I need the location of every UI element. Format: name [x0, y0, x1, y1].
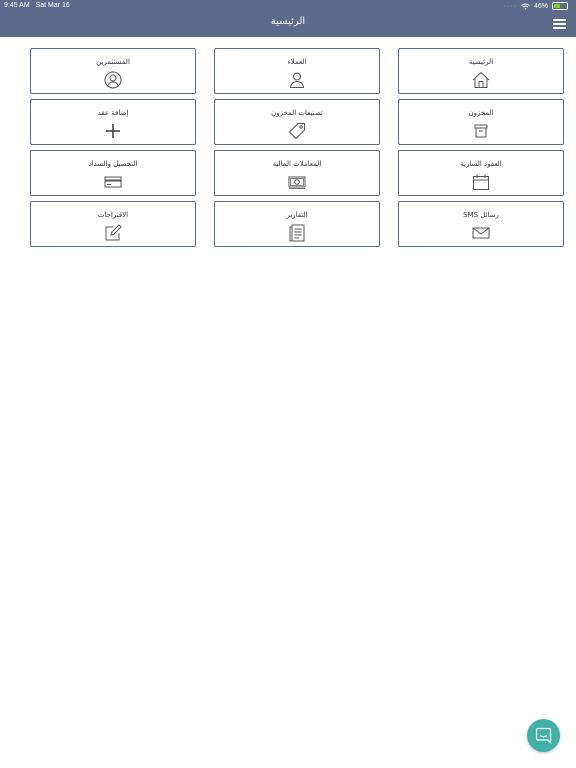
tile-collection-payment[interactable]: التحصيل والسداد — [30, 150, 196, 196]
tile-label: العملاء — [287, 58, 307, 66]
dashboard-grid: الرئيسية العملاء المستثمرين المخزون تصني… — [30, 48, 564, 247]
tile-investors[interactable]: المستثمرين — [30, 48, 196, 94]
tile-inventory[interactable]: المخزون — [398, 99, 564, 145]
customer-icon — [289, 72, 305, 88]
chat-icon — [535, 727, 552, 744]
page-title: الرئيسية — [270, 16, 306, 27]
tile-label: الرئيسية — [468, 58, 494, 66]
status-clock: 9:45 AM — [4, 2, 30, 9]
tile-label: المستثمرين — [96, 58, 130, 66]
top-bar: 9:45 AM Sat Mar 16 ···· 46% الرئيسية — [0, 0, 576, 37]
tile-label: الاقتراحات — [97, 211, 129, 219]
hamburger-menu-icon[interactable] — [553, 19, 566, 29]
investor-icon — [104, 71, 122, 89]
tile-home[interactable]: الرئيسية — [398, 48, 564, 94]
tile-reports[interactable]: التقارير — [214, 201, 380, 247]
signal-dots-icon: ···· — [503, 2, 517, 10]
chat-button[interactable] — [527, 719, 560, 752]
wifi-icon — [521, 3, 530, 10]
tile-label: إضافة عقد — [97, 109, 129, 117]
tile-label: المخزون — [468, 109, 494, 117]
credit-card-icon — [104, 176, 122, 188]
tile-label: تصنيفات المخزون — [271, 109, 323, 117]
envelope-icon — [472, 227, 490, 239]
battery-percent: 46% — [533, 2, 548, 10]
tile-suggestions[interactable]: الاقتراحات — [30, 201, 196, 247]
home-icon — [472, 71, 490, 88]
tile-label: رسائل SMS — [463, 211, 499, 219]
tile-label: التقارير — [286, 211, 308, 219]
tile-label: التحصيل والسداد — [88, 160, 138, 168]
inventory-box-icon — [474, 124, 488, 138]
calendar-icon — [473, 174, 489, 190]
status-time: 9:45 AM Sat Mar 16 — [4, 2, 70, 9]
money-icon — [288, 176, 306, 189]
tile-label: العقود السارية — [460, 160, 502, 168]
tile-inventory-categories[interactable]: تصنيفات المخزون — [214, 99, 380, 145]
tile-financial-transactions[interactable]: المعاملات المالية — [214, 150, 380, 196]
battery-icon — [552, 2, 568, 10]
status-indicators: ···· 46% — [504, 2, 568, 10]
tag-icon — [288, 123, 305, 140]
tile-customers[interactable]: العملاء — [214, 48, 380, 94]
tile-active-contracts[interactable]: العقود السارية — [398, 150, 564, 196]
report-icon — [289, 224, 305, 242]
tile-sms-messages[interactable]: رسائل SMS — [398, 201, 564, 247]
edit-icon — [105, 224, 122, 241]
plus-icon — [106, 124, 120, 138]
tile-label: المعاملات المالية — [272, 160, 322, 168]
tile-add-contract[interactable]: إضافة عقد — [30, 99, 196, 145]
status-date: Sat Mar 16 — [35, 2, 70, 9]
